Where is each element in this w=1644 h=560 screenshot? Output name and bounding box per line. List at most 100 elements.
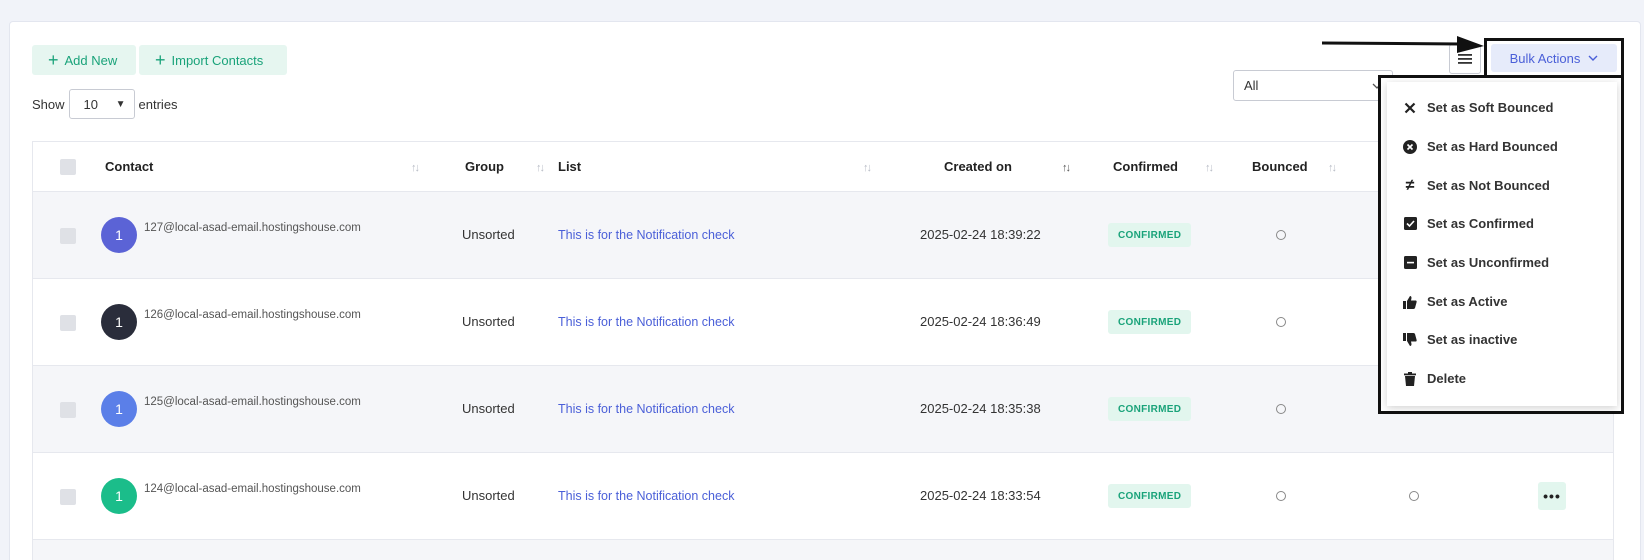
bounced-radio[interactable] — [1276, 404, 1286, 414]
menu-item-label: Delete — [1427, 371, 1467, 386]
times-icon — [1403, 101, 1417, 115]
bulk-actions-label: Bulk Actions — [1509, 50, 1581, 66]
contact-email[interactable]: 125@local-asad-email.hostingshouse.com — [144, 396, 366, 409]
bulk-actions-button[interactable]: Bulk Actions — [1491, 44, 1617, 72]
table-row: 1 127@local-asad-email.hostingshouse.com… — [33, 192, 1613, 279]
plus-icon: + — [48, 50, 59, 70]
menu-item-label: Set as Soft Bounced — [1427, 100, 1554, 115]
menu-item-delete[interactable]: Delete — [1403, 371, 1466, 386]
table-row: 1 125@local-asad-email.hostingshouse.com… — [33, 366, 1613, 453]
menu-item-confirmed[interactable]: Set as Confirmed — [1403, 216, 1534, 231]
bounced-radio[interactable] — [1276, 317, 1286, 327]
menu-item-unconfirmed[interactable]: Set as Unconfirmed — [1403, 255, 1549, 270]
sort-active-icon[interactable]: ↑↓ — [1062, 162, 1071, 174]
column-bounced[interactable]: Bounced — [1252, 159, 1308, 174]
menu-item-inactive[interactable]: Set as inactive — [1403, 332, 1517, 347]
column-group[interactable]: Group — [465, 159, 504, 174]
table-row: 1 124@local-asad-email.hostingshouse.com… — [33, 453, 1613, 540]
row-checkbox[interactable] — [60, 228, 76, 244]
group-value: Unsorted — [462, 488, 515, 503]
menu-item-label: Set as Active — [1427, 294, 1508, 309]
status-radio[interactable] — [1409, 491, 1419, 501]
ellipsis-icon: ••• — [1543, 488, 1561, 504]
circle-x-icon — [1403, 139, 1417, 154]
menu-item-label: Set as Not Bounced — [1427, 178, 1550, 193]
bounced-radio[interactable] — [1276, 230, 1286, 240]
row-actions-button[interactable]: ••• — [1538, 482, 1566, 510]
sort-icon[interactable]: ↑↓ — [536, 162, 545, 174]
avatar: 1 — [101, 478, 137, 514]
chevron-down-icon — [1588, 55, 1598, 61]
bulk-actions-highlight: Bulk Actions — [1484, 38, 1624, 78]
contact-email[interactable]: 124@local-asad-email.hostingshouse.com — [144, 483, 366, 496]
status-filter-select[interactable]: All — [1233, 70, 1393, 101]
menu-item-active[interactable]: Set as Active — [1403, 294, 1507, 309]
group-value: Unsorted — [462, 401, 515, 416]
import-contacts-button[interactable]: + Import Contacts — [139, 45, 287, 75]
table-row — [33, 540, 1613, 560]
column-list[interactable]: List — [558, 159, 581, 174]
created-value: 2025-02-24 18:39:22 — [920, 227, 1041, 242]
add-new-label: Add New — [64, 52, 118, 68]
menu-item-label: Set as inactive — [1427, 332, 1518, 347]
plus-icon: + — [155, 50, 166, 70]
group-value: Unsorted — [462, 227, 515, 242]
column-confirmed[interactable]: Confirmed — [1113, 159, 1178, 174]
group-value: Unsorted — [462, 314, 515, 329]
menu-item-not-bounced[interactable]: ≠ Set as Not Bounced — [1403, 176, 1550, 194]
avatar: 1 — [101, 391, 137, 427]
sort-icon[interactable]: ↑↓ — [411, 162, 420, 174]
menu-item-soft-bounced[interactable]: Set as Soft Bounced — [1403, 100, 1553, 115]
bulk-actions-menu-highlight: Set as Soft Bounced Set as Hard Bounced … — [1378, 75, 1624, 414]
status-badge: CONFIRMED — [1108, 397, 1192, 421]
created-value: 2025-02-24 18:36:49 — [920, 314, 1041, 329]
sort-icon[interactable]: ↑↓ — [1205, 162, 1214, 174]
menu-item-label: Set as Confirmed — [1427, 216, 1534, 231]
chevron-down-icon: ▼ — [115, 98, 126, 110]
created-value: 2025-02-24 18:33:54 — [920, 488, 1041, 503]
check-square-icon — [1403, 217, 1417, 231]
minus-square-icon — [1403, 256, 1417, 270]
row-checkbox[interactable] — [60, 402, 76, 418]
contact-email[interactable]: 126@local-asad-email.hostingshouse.com — [144, 309, 366, 322]
status-badge: CONFIRMED — [1108, 310, 1192, 334]
bounced-radio[interactable] — [1276, 491, 1286, 501]
list-link[interactable]: This is for the Notification check — [558, 402, 734, 416]
trash-icon — [1403, 371, 1417, 386]
contact-email[interactable]: 127@local-asad-email.hostingshouse.com — [144, 222, 366, 235]
status-badge: CONFIRMED — [1108, 484, 1192, 508]
created-value: 2025-02-24 18:35:38 — [920, 401, 1041, 416]
bulk-actions-menu: Set as Soft Bounced Set as Hard Bounced … — [1387, 82, 1617, 406]
add-new-button[interactable]: + Add New — [32, 45, 136, 75]
menu-item-label: Set as Hard Bounced — [1427, 139, 1558, 154]
menu-item-label: Set as Unconfirmed — [1427, 255, 1550, 270]
thumbs-down-icon — [1403, 332, 1417, 347]
annotation-arrow-icon — [1322, 36, 1484, 53]
entries-select[interactable]: 10 ▼ — [68, 89, 135, 119]
column-created-on[interactable]: Created on — [944, 159, 1012, 174]
import-contacts-label: Import Contacts — [171, 52, 264, 68]
table-header: Contact ↑↓ Group ↑↓ List ↑↓ Created on ↑… — [33, 142, 1613, 192]
filter-value: All — [1244, 78, 1259, 93]
entries-value: 10 — [83, 96, 98, 112]
list-link[interactable]: This is for the Notification check — [558, 315, 734, 329]
entries-label: entries — [138, 96, 178, 112]
sort-icon[interactable]: ↑↓ — [1328, 162, 1337, 174]
avatar: 1 — [101, 304, 137, 340]
select-all-checkbox[interactable] — [60, 159, 76, 175]
thumbs-up-icon — [1403, 295, 1417, 309]
show-label: Show — [32, 96, 65, 112]
row-checkbox[interactable] — [60, 489, 76, 505]
column-contact[interactable]: Contact — [105, 159, 153, 174]
sort-icon[interactable]: ↑↓ — [863, 162, 872, 174]
contacts-table: Contact ↑↓ Group ↑↓ List ↑↓ Created on ↑… — [32, 141, 1614, 560]
row-checkbox[interactable] — [60, 315, 76, 331]
entries-control: Show 10 ▼ entries — [32, 89, 178, 119]
table-row: 1 126@local-asad-email.hostingshouse.com… — [33, 279, 1613, 366]
menu-item-hard-bounced[interactable]: Set as Hard Bounced — [1403, 139, 1558, 154]
status-badge: CONFIRMED — [1108, 223, 1192, 247]
not-equal-icon: ≠ — [1405, 176, 1415, 194]
list-link[interactable]: This is for the Notification check — [558, 228, 734, 242]
list-link[interactable]: This is for the Notification check — [558, 489, 734, 503]
avatar: 1 — [101, 217, 137, 253]
